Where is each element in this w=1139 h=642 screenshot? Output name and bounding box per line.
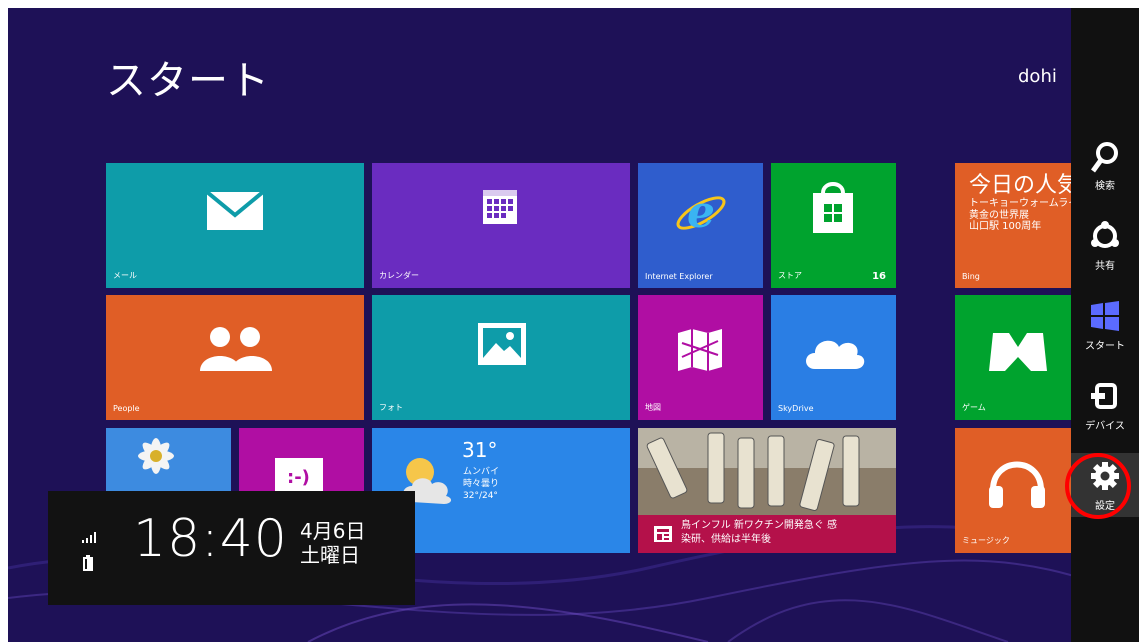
internet-explorer-icon: e xyxy=(676,187,726,238)
start-charm-label: スタート xyxy=(1085,341,1125,352)
start-screen: スタート dohi メール カレンダー e Internet Explorer xyxy=(8,8,1139,642)
calendar-tile[interactable]: カレンダー xyxy=(372,163,630,288)
news-headline-line-2: 染研、供給は半年後 xyxy=(681,533,771,545)
charms-bar: 検索 共有 スタート デバイス 設定 xyxy=(1071,8,1139,642)
games-tile-label: ゲーム xyxy=(962,403,986,412)
settings-highlight-circle xyxy=(1065,453,1131,519)
music-tile-label: ミュージック xyxy=(962,536,1010,545)
people-icon xyxy=(200,327,272,371)
page-title: スタート xyxy=(106,58,270,104)
game-controller-icon xyxy=(989,333,1047,371)
bing-line-1: トーキョーウォームライ xyxy=(969,198,1079,210)
calendar-tile-label: カレンダー xyxy=(379,271,419,280)
news-icon xyxy=(654,526,672,542)
store-icon xyxy=(813,182,853,233)
search-icon xyxy=(1091,142,1118,173)
smiley-icon: :-) xyxy=(275,458,323,492)
windows-logo-icon xyxy=(1091,301,1119,331)
share-charm[interactable]: 共有 xyxy=(1071,213,1139,277)
news-headline-line-1: 鳥インフル 新ワクチン開発急ぐ 感 xyxy=(681,520,838,531)
skydrive-tile[interactable]: SkyDrive xyxy=(771,295,896,420)
maps-tile[interactable]: 地図 xyxy=(638,295,763,420)
devices-charm-label: デバイス xyxy=(1085,421,1125,432)
photos-tile-label: フォト xyxy=(379,403,403,412)
desktop-wallpaper-flower-icon xyxy=(138,438,174,474)
devices-charm[interactable]: デバイス xyxy=(1071,373,1139,437)
map-icon xyxy=(678,329,722,371)
signal-strength-icon xyxy=(82,532,96,543)
internet-explorer-tile[interactable]: e Internet Explorer xyxy=(638,163,763,288)
bing-line-2: 黄金の世界展 xyxy=(969,209,1029,221)
news-tile[interactable]: 鳥インフル 新ワクチン開発急ぐ 感 染研、供給は半年後 xyxy=(638,428,896,553)
photos-icon xyxy=(478,323,526,365)
people-tile-label: People xyxy=(113,404,140,413)
music-tile[interactable]: ミュージック xyxy=(955,428,1080,553)
calendar-icon xyxy=(483,190,517,224)
bing-line-3: 山口駅 100周年 xyxy=(969,221,1042,233)
store-tile[interactable]: ストア 16 xyxy=(771,163,896,288)
weather-condition: 時々曇り xyxy=(463,479,500,490)
weather-city: ムンバイ xyxy=(463,467,500,477)
mail-icon xyxy=(206,191,264,230)
bing-tile-label: Bing xyxy=(962,272,980,281)
mail-tile[interactable]: メール xyxy=(106,163,364,288)
share-icon xyxy=(1091,221,1119,248)
svg-text::-): :-) xyxy=(287,467,310,488)
headphones-icon xyxy=(989,461,1045,508)
weather-temperature: 31° xyxy=(462,438,498,462)
share-charm-label: 共有 xyxy=(1095,261,1115,272)
cloud-icon xyxy=(806,340,865,369)
vials-photo-icon xyxy=(638,428,896,518)
bing-tile[interactable]: 今日の人気 トーキョーウォームライ 黄金の世界展 山口駅 100周年 Bing xyxy=(955,163,1080,288)
search-charm-label: 検索 xyxy=(1095,181,1115,192)
store-tile-label: ストア xyxy=(778,271,802,280)
clock-date: 4月6日 xyxy=(300,519,366,543)
maps-tile-label: 地図 xyxy=(645,403,661,412)
clock-time: 18:40 xyxy=(133,509,288,569)
start-charm[interactable]: スタート xyxy=(1071,293,1139,357)
user-account-name[interactable]: dohi xyxy=(1018,66,1057,87)
news-caption: 鳥インフル 新ワクチン開発急ぐ 感 染研、供給は半年後 xyxy=(638,515,896,553)
mail-tile-label: メール xyxy=(113,271,137,280)
clock-overlay: 18:40 4月6日 土曜日 xyxy=(48,491,415,605)
svg-text:e: e xyxy=(687,187,715,238)
games-tile[interactable]: ゲーム xyxy=(955,295,1080,420)
people-tile[interactable]: People xyxy=(106,295,364,420)
devices-icon xyxy=(1091,383,1117,409)
battery-icon xyxy=(83,555,93,571)
clock-weekday: 土曜日 xyxy=(300,543,360,567)
skydrive-tile-label: SkyDrive xyxy=(778,404,814,413)
store-update-badge: 16 xyxy=(872,271,886,282)
weather-range: 32°/24° xyxy=(463,491,498,502)
internet-explorer-tile-label: Internet Explorer xyxy=(645,272,713,281)
photos-tile[interactable]: フォト xyxy=(372,295,630,420)
bing-headline: 今日の人気 xyxy=(969,173,1080,198)
search-charm[interactable]: 検索 xyxy=(1071,133,1139,197)
